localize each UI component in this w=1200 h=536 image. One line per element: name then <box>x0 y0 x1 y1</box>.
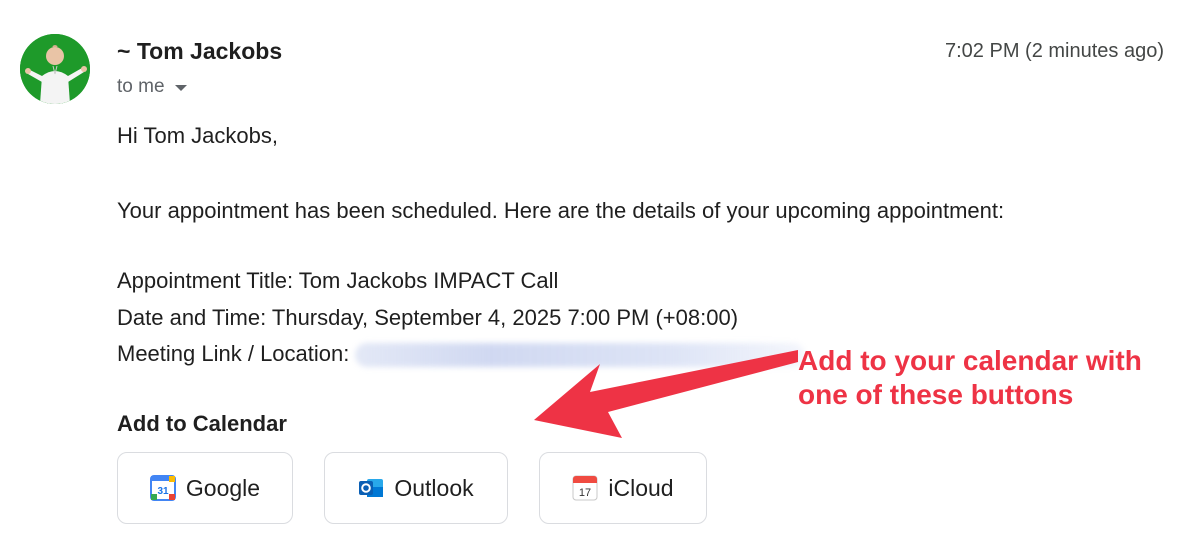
annotation-line-1: Add to your calendar with <box>798 345 1142 376</box>
icloud-icon-date: 17 <box>579 487 591 499</box>
icloud-calendar-button[interactable]: 17 iCloud <box>539 452 707 524</box>
intro-text: Your appointment has been scheduled. Her… <box>117 198 1005 223</box>
google-calendar-button[interactable]: 31 Google <box>117 452 293 524</box>
outlook-calendar-button[interactable]: Outlook <box>324 452 508 524</box>
annotation-line-2: one of these buttons <box>798 379 1074 410</box>
sender-name[interactable]: ~ Tom Jackobs <box>117 38 282 65</box>
recipient-details-toggle[interactable]: to me <box>117 76 187 98</box>
add-to-calendar-heading: Add to Calendar <box>117 411 287 436</box>
chevron-down-icon[interactable] <box>174 85 187 91</box>
annotation-text: Add to your calendar with one of these b… <box>798 344 1142 412</box>
outlook-button-label: Outlook <box>394 474 474 501</box>
icloud-button-label: iCloud <box>608 474 674 501</box>
google-button-label: Google <box>185 474 261 501</box>
person-photo-icon <box>20 34 90 104</box>
annotation-arrow-icon <box>534 350 798 438</box>
greeting: Hi Tom Jackobs, <box>117 123 278 148</box>
google-calendar-icon: 31 <box>149 475 176 501</box>
appointment-title: Appointment Title: Tom Jackobs IMPACT Ca… <box>117 268 559 293</box>
google-icon-date: 31 <box>157 486 169 497</box>
timestamp[interactable]: 7:02 PM (2 minutes ago) <box>945 40 1164 63</box>
icloud-calendar-icon: 17 <box>572 475 598 501</box>
avatar[interactable] <box>20 34 90 104</box>
recipient-label: to me <box>117 76 165 97</box>
appointment-datetime: Date and Time: Thursday, September 4, 20… <box>117 305 739 330</box>
email-view: ~ Tom Jackobs 7:02 PM (2 minutes ago) to… <box>0 0 1200 536</box>
outlook-icon <box>359 479 384 497</box>
meeting-location-label: Meeting Link / Location: <box>117 341 350 366</box>
